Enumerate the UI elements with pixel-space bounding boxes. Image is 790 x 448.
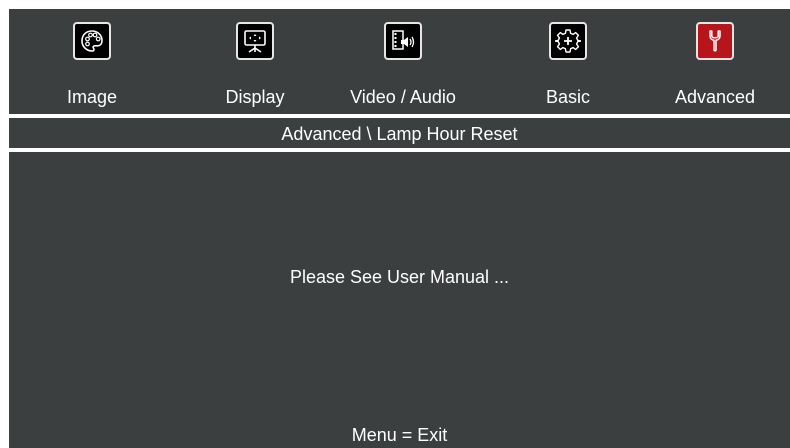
tab-display-label: Display — [225, 87, 285, 107]
footer-hint: Menu = Exit — [351, 425, 448, 445]
menu-tab-bar: Image Display Video / Audio Basic Advanc… — [9, 9, 790, 113]
breadcrumb: Advanced \ Lamp Hour Reset — [281, 124, 518, 144]
header-divider-top — [9, 114, 790, 118]
tab-video-audio[interactable]: Video / Audio — [348, 9, 458, 113]
film-speaker-icon — [384, 22, 422, 60]
osd-menu: Image Display Video / Audio Basic Advanc… — [9, 9, 790, 448]
tab-basic-label: Basic — [545, 87, 590, 107]
wrench-icon — [696, 22, 734, 60]
gear-icon — [549, 22, 587, 60]
tab-advanced-label: Advanced — [674, 87, 756, 107]
tab-image-label: Image — [66, 87, 118, 107]
header-divider-bottom — [9, 148, 790, 152]
tab-display[interactable]: Display — [200, 9, 310, 113]
tab-image[interactable]: Image — [37, 9, 147, 113]
tab-basic[interactable]: Basic — [513, 9, 623, 113]
tab-video-audio-label: Video / Audio — [350, 87, 456, 107]
info-message: Please See User Manual ... — [289, 267, 510, 287]
projection-screen-icon — [236, 22, 274, 60]
palette-icon — [73, 22, 111, 60]
tab-advanced[interactable]: Advanced — [660, 9, 770, 113]
